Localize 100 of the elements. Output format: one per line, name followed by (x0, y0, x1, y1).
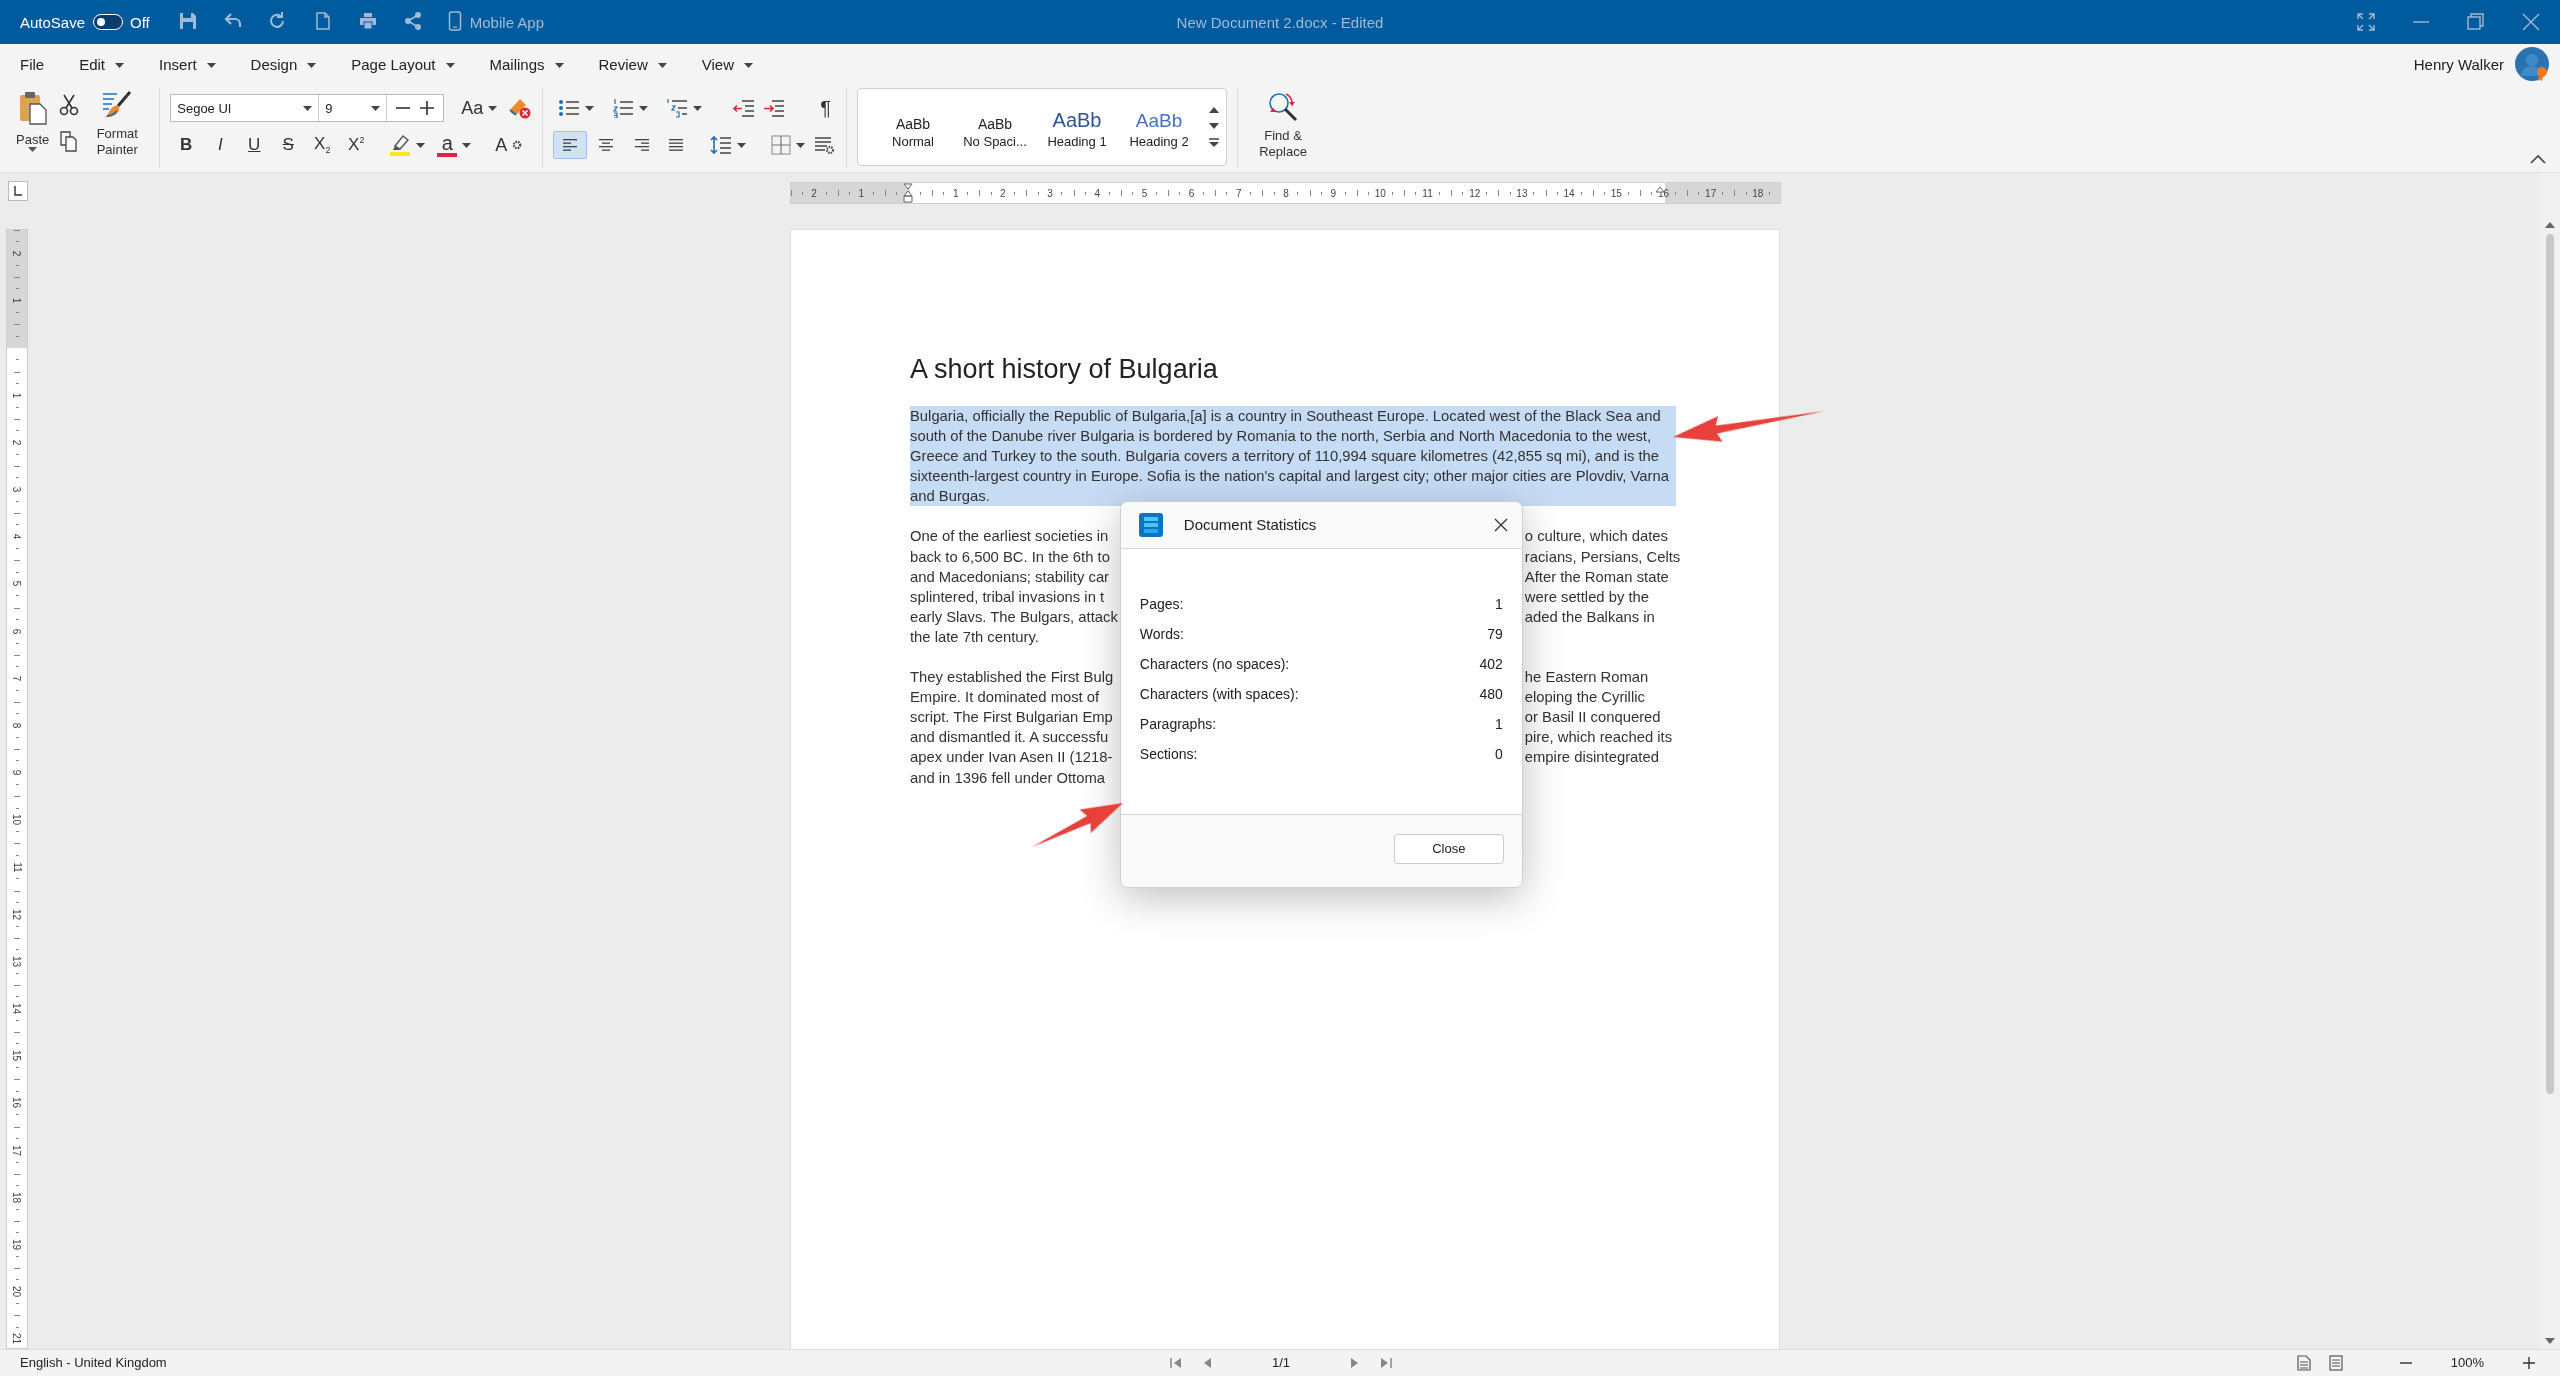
menu-item[interactable]: View (691, 51, 763, 77)
scroll-up-icon[interactable] (1208, 106, 1221, 114)
caret-icon (657, 62, 667, 68)
close-button[interactable]: Close (1393, 834, 1504, 865)
stat-label: Characters (no spaces): (1139, 655, 1290, 675)
format-painter-button[interactable]: Format Painter (85, 88, 150, 160)
ruler-number: 19 (11, 1238, 23, 1251)
bold-button[interactable]: B (170, 131, 203, 159)
decrease-indent-icon[interactable] (733, 98, 756, 118)
font-color-button[interactable]: a (432, 130, 477, 160)
paragraph-settings-icon[interactable] (813, 135, 836, 155)
style-option[interactable]: AaBb Normal (872, 104, 955, 150)
print-icon[interactable] (357, 10, 378, 31)
menu-item[interactable]: Edit (69, 51, 135, 77)
ruler-number: 2 (11, 250, 23, 257)
italic-button[interactable]: I (204, 131, 237, 159)
paragraph-line: One of the earliest societies in (910, 527, 1110, 547)
style-option[interactable]: AaBb Heading 1 (1036, 104, 1119, 150)
menu-item[interactable]: Page Layout (341, 51, 465, 77)
increase-size-icon[interactable] (419, 100, 436, 116)
scroll-down-icon[interactable] (2545, 1338, 2555, 1345)
change-case-button[interactable]: Aa (456, 94, 503, 122)
caret-icon (693, 105, 703, 111)
ruler-number: 2 (11, 439, 23, 446)
close-icon[interactable] (1493, 518, 1508, 533)
share-icon[interactable] (402, 10, 423, 31)
tab-stop-icon[interactable] (8, 181, 28, 201)
menu-item[interactable]: Review (588, 51, 677, 77)
more-styles-icon[interactable] (1208, 138, 1221, 148)
ruler-number: 9 (1330, 187, 1336, 199)
ruler-number: 2 (811, 187, 817, 199)
scroll-up-icon[interactable] (2545, 221, 2555, 228)
menu-item[interactable]: Design (240, 51, 327, 77)
user-name: Henry Walker (2413, 55, 2504, 73)
language-status[interactable]: English - United Kingdom (20, 1355, 167, 1370)
mobile-app-label[interactable]: Mobile App (469, 13, 544, 31)
zoom-level[interactable]: 100% (2450, 1355, 2484, 1370)
indent-marker-icon[interactable] (903, 183, 914, 203)
stat-value: 480 (1479, 685, 1503, 705)
paste-button[interactable]: Paste (12, 88, 54, 154)
paragraph-line: and Macedonians; stability car (910, 567, 1111, 587)
line-spacing-icon (710, 135, 733, 155)
ruler-number: 1 (952, 187, 959, 199)
ruler-number: 6 (1188, 187, 1195, 199)
scrollbar-thumb[interactable] (2546, 234, 2554, 1094)
zoom-in-icon[interactable] (2522, 1355, 2536, 1370)
collapse-ribbon-icon[interactable] (2530, 154, 2546, 164)
scissors-icon[interactable] (59, 94, 80, 116)
first-page-icon[interactable] (1170, 1356, 1182, 1369)
strike-button[interactable]: S (272, 131, 305, 159)
ruler-number: 2 (1000, 187, 1006, 199)
ruler-number: 14 (11, 1003, 23, 1015)
style-option[interactable]: AaBb Heading 2 (1118, 104, 1201, 150)
ruler-number: 1 (11, 392, 23, 398)
previous-page-icon[interactable] (1202, 1356, 1212, 1369)
copy-icon[interactable] (59, 130, 80, 152)
save-icon[interactable] (177, 10, 198, 31)
ruler-number: 3 (1047, 187, 1053, 199)
paragraph-line: he Eastern Roman (1524, 668, 1650, 688)
caret-icon (796, 142, 806, 148)
restore-icon[interactable] (2467, 13, 2485, 31)
paragraph-line: or Basil II conquered (1524, 708, 1662, 728)
stat-value: 1 (1495, 595, 1503, 615)
menu-item[interactable]: Insert (149, 51, 226, 77)
find-replace-button[interactable]: Find & Replace (1248, 88, 1319, 162)
print-layout-icon[interactable] (2296, 1354, 2311, 1371)
autosave-toggle[interactable] (93, 14, 124, 30)
caret-icon (416, 142, 426, 148)
character-style-button[interactable]: A (490, 131, 528, 159)
scrollbar[interactable] (2540, 173, 2560, 1349)
ruler-number: 12 (1469, 187, 1481, 199)
ruler-number: 9 (11, 769, 23, 776)
menu-item[interactable]: File (10, 51, 55, 77)
ruler-number: 1 (858, 187, 865, 199)
show-formatting-button[interactable]: ¶ (815, 93, 837, 123)
paragraph-line: pire, which reached its (1524, 728, 1674, 748)
fullscreen-icon[interactable] (2357, 13, 2375, 31)
web-layout-icon[interactable] (2328, 1354, 2343, 1371)
caret-icon (303, 105, 313, 111)
menu-item[interactable]: Mailings (479, 51, 574, 77)
superscript-button[interactable]: X$^{2}$ (340, 131, 373, 159)
avatar-icon[interactable] (2514, 46, 2550, 82)
stat-value: 1 (1495, 715, 1503, 735)
stat-value: 79 (1487, 625, 1503, 645)
stat-label: Sections: (1139, 745, 1198, 765)
scroll-down-icon[interactable] (1208, 122, 1221, 130)
last-page-icon[interactable] (1380, 1356, 1393, 1369)
stat-label: Pages: (1139, 595, 1184, 615)
subscript-button[interactable]: X$_{2}$ (306, 131, 339, 159)
paragraph-line: After the Roman state (1524, 567, 1670, 587)
ruler-number: 8 (11, 722, 23, 729)
phone-icon[interactable] (447, 10, 462, 31)
paragraph-line: eloping the Cyrillic (1524, 688, 1646, 708)
align-left-button[interactable] (553, 131, 588, 159)
ruler-number: 17 (11, 1144, 23, 1156)
paragraph-line: and in 1396 fell under Ottoma (910, 768, 1106, 788)
caret-icon (28, 147, 38, 152)
increase-indent-icon[interactable] (763, 98, 786, 118)
underline-button[interactable]: U (238, 131, 271, 159)
style-option[interactable]: AaBb No Spaci... (954, 104, 1037, 150)
